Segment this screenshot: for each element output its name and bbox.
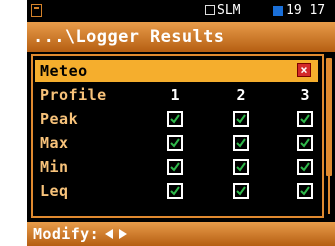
checkmark-icon xyxy=(300,114,310,124)
unchecked-x-icon[interactable]: × xyxy=(297,63,311,77)
checkbox-min-3[interactable] xyxy=(297,159,313,175)
checkmark-icon xyxy=(170,186,180,196)
arrow-left-icon xyxy=(105,229,113,239)
checkbox-max-3[interactable] xyxy=(297,135,313,151)
checkmark-icon xyxy=(300,138,310,148)
modify-label: Modify: xyxy=(33,225,100,243)
menu-row-leq[interactable]: Leq xyxy=(35,180,318,202)
device-screen: SLM 19 17 ...\Logger Results Meteo × Pro… xyxy=(27,0,335,246)
profile-column-2: 2 xyxy=(236,86,246,104)
settings-panel: Meteo × Profile 1 2 3 Peak Max Min Leq xyxy=(31,54,324,218)
checkbox-peak-1[interactable] xyxy=(167,111,183,127)
checkbox-leq-2[interactable] xyxy=(233,183,249,199)
checkbox-max-1[interactable] xyxy=(167,135,183,151)
scrollbar[interactable] xyxy=(325,56,333,216)
clock: 19 17 xyxy=(286,3,326,18)
menu-row-min[interactable]: Min xyxy=(35,156,318,178)
leq-label: Leq xyxy=(40,182,69,200)
checkmark-icon xyxy=(236,186,246,196)
checkmark-icon xyxy=(236,138,246,148)
checkmark-icon xyxy=(170,162,180,172)
checkmark-icon xyxy=(170,138,180,148)
arrow-right-icon xyxy=(119,229,127,239)
checkmark-icon xyxy=(236,162,246,172)
checkbox-min-1[interactable] xyxy=(167,159,183,175)
mode-label: SLM xyxy=(217,3,241,18)
battery-icon xyxy=(273,6,283,16)
checkmark-icon xyxy=(300,162,310,172)
checkbox-peak-3[interactable] xyxy=(297,111,313,127)
profile-label: Profile xyxy=(40,86,107,104)
menu-row-peak[interactable]: Peak xyxy=(35,108,318,130)
profile-column-3: 3 xyxy=(300,86,310,104)
checkbox-leq-1[interactable] xyxy=(167,183,183,199)
checkbox-max-2[interactable] xyxy=(233,135,249,151)
scrollbar-track-line xyxy=(328,176,330,214)
title-bar: ...\Logger Results xyxy=(27,22,335,52)
checkbox-leq-3[interactable] xyxy=(297,183,313,199)
checkmark-icon xyxy=(300,186,310,196)
menu-row-meteo[interactable]: Meteo × xyxy=(35,60,318,82)
footer-bar: Modify: xyxy=(27,222,335,246)
scrollbar-thumb[interactable] xyxy=(326,58,332,176)
document-icon xyxy=(31,4,42,17)
min-label: Min xyxy=(40,158,69,176)
meteo-label: Meteo xyxy=(40,62,88,80)
screen-title: ...\Logger Results xyxy=(33,27,225,47)
mode-square-icon xyxy=(205,5,215,15)
profile-header-row: Profile 1 2 3 xyxy=(35,84,318,106)
peak-label: Peak xyxy=(40,110,79,128)
checkmark-icon xyxy=(236,114,246,124)
checkbox-min-2[interactable] xyxy=(233,159,249,175)
profile-column-1: 1 xyxy=(170,86,180,104)
checkbox-peak-2[interactable] xyxy=(233,111,249,127)
menu-row-max[interactable]: Max xyxy=(35,132,318,154)
max-label: Max xyxy=(40,134,69,152)
status-bar: SLM 19 17 xyxy=(27,0,335,22)
checkmark-icon xyxy=(170,114,180,124)
